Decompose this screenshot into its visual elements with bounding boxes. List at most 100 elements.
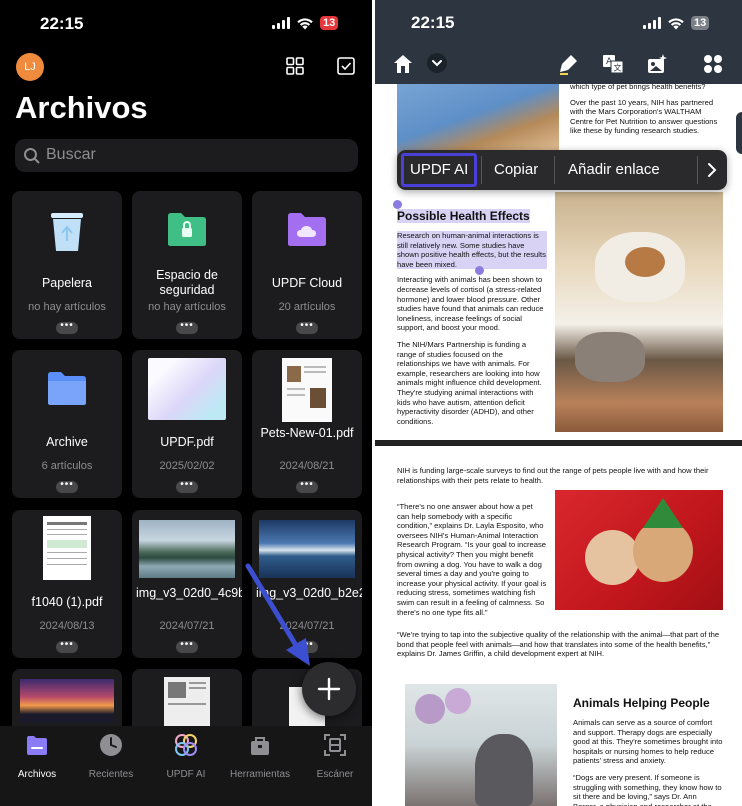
status-icons: 13 — [272, 16, 339, 30]
secure-folder-icon — [168, 213, 206, 246]
festive-dogs-photo — [555, 490, 723, 610]
file-meta: 2024/08/21 — [279, 460, 335, 472]
avatar[interactable]: LJ — [16, 53, 44, 81]
pdf-thumbnail — [282, 358, 332, 422]
updf-ai-icon — [175, 734, 197, 756]
pdf-thumbnail — [164, 677, 210, 727]
file-name: UPDF Cloud — [271, 276, 343, 290]
status-icons: 13 — [643, 16, 710, 30]
signal-icon — [643, 17, 661, 29]
image-thumbnail — [139, 520, 235, 578]
paragraph-esposito-quote: “There's no one answer about how a pet c… — [397, 502, 547, 617]
search-input[interactable]: Buscar — [15, 139, 358, 172]
menu-separator — [697, 156, 698, 184]
top-paragraph: Over the past 10 years, NIH has partnere… — [570, 97, 718, 136]
status-time: 22:15 — [411, 13, 455, 32]
more-options-button[interactable]: ••• — [176, 640, 198, 653]
file-meta: no hay artículos — [148, 301, 226, 313]
text-context-menu: UPDF AI Copiar Añadir enlace — [397, 150, 727, 190]
annotation-arrow — [245, 563, 310, 666]
paragraph-surveys: NIH is funding large-scale surveys to fi… — [397, 466, 709, 485]
file-card-updf-cloud[interactable]: UPDF Cloud 20 artículos ••• — [252, 191, 362, 339]
paragraph-nih-mars: The NIH/Mars Partnership is funding a ra… — [397, 339, 542, 426]
files-icon — [27, 736, 47, 755]
page-break — [375, 440, 742, 446]
page-scroll-handle[interactable] — [736, 112, 742, 154]
more-options-button[interactable]: ••• — [56, 321, 78, 334]
tab-label: UPDF AI — [166, 769, 206, 780]
file-card-espacio-seguridad[interactable]: Espacio de seguridad no hay artículos ••… — [132, 191, 242, 339]
file-card-f1040[interactable]: f1040 (1).pdf 2024/08/13 ••• — [12, 510, 122, 658]
menu-separator — [554, 156, 555, 184]
more-options-button[interactable]: ••• — [296, 321, 318, 334]
tab-archivos[interactable]: Archivos — [0, 732, 74, 780]
add-button[interactable] — [302, 662, 356, 716]
paragraph-cortisol: Interacting with animals has been shown … — [397, 275, 544, 333]
trash-icon — [51, 213, 83, 251]
highlighter-icon[interactable] — [557, 52, 581, 76]
edit-image-icon[interactable] — [645, 52, 669, 76]
menu-item-anadir-enlace[interactable]: Añadir enlace — [568, 161, 660, 178]
file-name: img_v3_02d0_4c9bba5...cg.jpeg — [136, 586, 242, 600]
wifi-icon — [668, 17, 684, 29]
file-card-updf-pdf[interactable]: UPDF.pdf 2025/02/02 ••• — [132, 350, 242, 498]
heading-possible-health-effects: Possible Health Effects — [397, 209, 530, 223]
document-menu-button[interactable] — [427, 53, 447, 73]
top-text-block: which type of pet brings health benefits… — [570, 82, 722, 136]
file-card-img-4c9bba5[interactable]: img_v3_02d0_4c9bba5...cg.jpeg 2024/07/21… — [132, 510, 242, 658]
page2-intro: NIH is funding large-scale surveys to fi… — [397, 466, 722, 485]
pdf-thumbnail — [43, 516, 91, 580]
file-card-papelera[interactable]: Papelera no hay artículos ••• — [12, 191, 122, 339]
file-name: UPDF.pdf — [160, 435, 214, 449]
file-card-archive[interactable]: Archive 6 artículos ••• — [12, 350, 122, 498]
tab-label: Herramientas — [229, 769, 291, 780]
page2-right-column: Animals Helping People Animals can serve… — [573, 696, 723, 806]
more-options-button[interactable]: ••• — [56, 480, 78, 493]
file-name: Papelera — [41, 276, 93, 290]
cat-with-tulips-photo — [405, 684, 557, 806]
tab-escaner[interactable]: Escáner — [298, 732, 372, 780]
more-options-button[interactable]: ••• — [176, 321, 198, 334]
more-options-button[interactable]: ••• — [56, 640, 78, 653]
tab-recientes[interactable]: Recientes — [74, 732, 148, 780]
selection-end-handle[interactable] — [475, 266, 484, 275]
folder-icon — [48, 372, 86, 405]
battery-indicator: 13 — [691, 16, 710, 30]
toolbox-icon — [251, 737, 269, 755]
file-name: f1040 (1).pdf — [31, 595, 103, 609]
paragraph-griffin-quote: “We're trying to tap into the subjective… — [397, 630, 720, 659]
page2-griffin: “We're trying to tap into the subjective… — [397, 630, 722, 659]
file-name: Archive — [46, 435, 88, 449]
grid-view-icon[interactable] — [284, 55, 306, 77]
svg-text:文: 文 — [614, 63, 622, 73]
more-options-button[interactable]: ••• — [176, 480, 198, 493]
home-icon[interactable] — [391, 52, 415, 76]
scanner-icon — [324, 734, 346, 756]
viewer-toolbar: 22:15 13 A文 — [375, 0, 742, 84]
select-checkbox-icon[interactable] — [335, 55, 357, 77]
wifi-icon — [297, 17, 313, 29]
file-card-pets-pdf[interactable]: Pets-New-01.pdf 2024/08/21 ••• — [252, 350, 362, 498]
files-screen: 22:15 13 LJ Archivos Buscar Papelera no … — [0, 0, 372, 806]
selection-start-handle[interactable] — [393, 200, 402, 209]
tab-label: Recientes — [88, 769, 134, 780]
selected-paragraph[interactable]: Research on human-animal interactions is… — [397, 231, 547, 270]
menu-item-copiar[interactable]: Copiar — [494, 161, 538, 178]
tab-herramientas[interactable]: Herramientas — [223, 732, 297, 780]
image-thumbnail — [20, 679, 114, 723]
file-meta: 2024/08/13 — [39, 620, 95, 632]
status-time: 22:15 — [40, 14, 84, 33]
tab-updf-ai[interactable]: UPDF AI — [149, 732, 223, 780]
more-options-button[interactable]: ••• — [296, 480, 318, 493]
more-tools-icon[interactable] — [701, 52, 725, 76]
file-name: Espacio de seguridad — [156, 268, 218, 297]
pdf-thumbnail — [148, 358, 226, 420]
page-title: Archivos — [15, 90, 148, 125]
menu-item-updf-ai[interactable]: UPDF AI — [410, 161, 468, 178]
tab-label: Archivos — [17, 769, 57, 780]
cloud-folder-icon — [288, 213, 326, 246]
chevron-right-icon[interactable] — [705, 162, 719, 178]
translate-icon[interactable]: A文 — [601, 52, 625, 76]
clock-icon — [100, 734, 122, 756]
search-placeholder: Buscar — [46, 146, 96, 163]
